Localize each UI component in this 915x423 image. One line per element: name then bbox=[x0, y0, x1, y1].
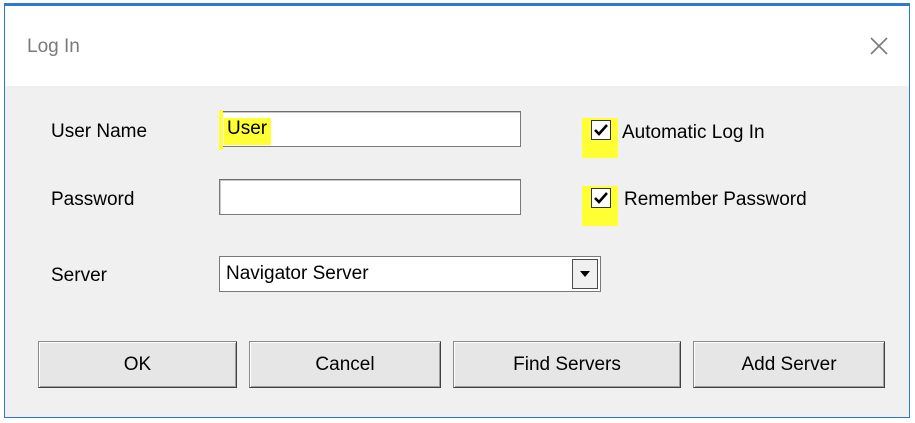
close-icon[interactable] bbox=[867, 34, 891, 58]
remember-password-checkbox[interactable] bbox=[591, 188, 611, 208]
password-label: Password bbox=[51, 189, 135, 210]
server-select[interactable]: Navigator Server bbox=[219, 256, 601, 292]
login-dialog: Log In User Name User Password Automatic… bbox=[4, 3, 910, 418]
server-select-value: Navigator Server bbox=[226, 263, 369, 284]
auto-login-label[interactable]: Automatic Log In bbox=[622, 122, 765, 144]
find-servers-button[interactable]: Find Servers bbox=[453, 341, 681, 388]
auto-login-checkbox[interactable] bbox=[591, 120, 611, 140]
username-value: User bbox=[224, 118, 272, 145]
server-label: Server bbox=[51, 265, 107, 286]
cancel-button[interactable]: Cancel bbox=[249, 341, 441, 388]
title-bar: Log In bbox=[5, 6, 909, 86]
username-highlight-mark bbox=[219, 110, 223, 150]
username-label: User Name bbox=[51, 121, 148, 142]
checkmark-icon bbox=[594, 192, 608, 204]
remember-password-label[interactable]: Remember Password bbox=[624, 189, 807, 211]
password-field[interactable] bbox=[219, 179, 521, 215]
add-server-button[interactable]: Add Server bbox=[693, 341, 885, 388]
window-title: Log In bbox=[27, 36, 80, 57]
chevron-down-icon bbox=[580, 271, 590, 277]
ok-button[interactable]: OK bbox=[38, 341, 237, 388]
dropdown-button[interactable] bbox=[572, 259, 598, 289]
username-field[interactable]: User bbox=[219, 111, 521, 147]
checkmark-icon bbox=[594, 124, 608, 136]
